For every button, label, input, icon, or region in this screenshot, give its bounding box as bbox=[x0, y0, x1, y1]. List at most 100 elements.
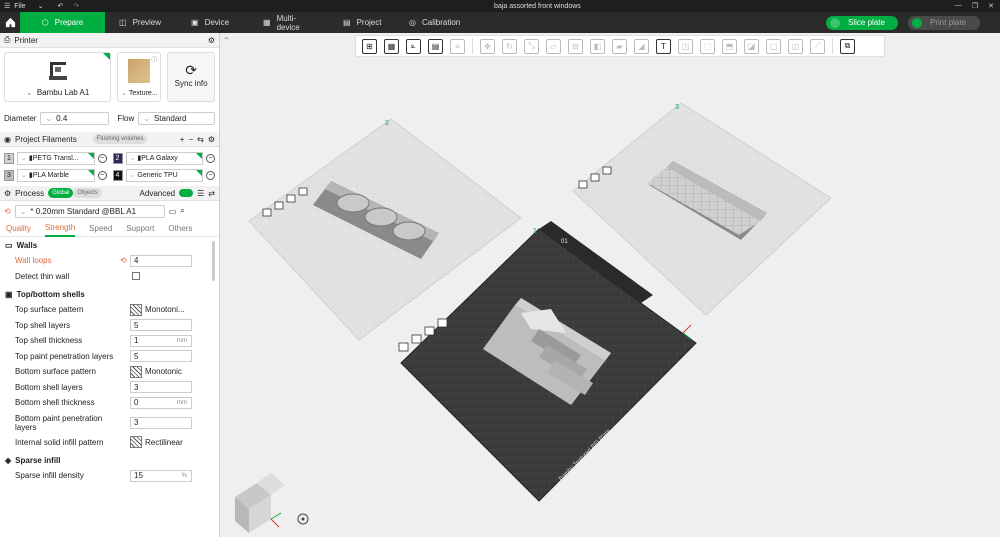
restore-icon[interactable]: ❐ bbox=[972, 2, 978, 10]
infill-icon: ◈ bbox=[5, 455, 12, 465]
tab-others[interactable]: Others bbox=[168, 224, 192, 233]
filament-settings-gear-icon[interactable]: ⚙ bbox=[208, 135, 215, 144]
nozzle-diameter-select[interactable]: ⌄ 0.4 bbox=[40, 111, 110, 125]
unit-percent: % bbox=[181, 472, 187, 479]
save-preset-icon[interactable]: ▭ bbox=[169, 207, 177, 216]
remove-filament-circle-icon[interactable]: − bbox=[97, 170, 107, 180]
top-shell-layers-input[interactable]: 5 bbox=[130, 319, 192, 332]
wall-loops-input[interactable]: 4 bbox=[130, 254, 192, 267]
tab-multi-device[interactable]: ▦ Multi-device bbox=[249, 12, 329, 33]
top-surface-pattern-select[interactable]: Monotoni... bbox=[130, 303, 185, 316]
top-paint-penetration-value: 5 bbox=[134, 351, 139, 361]
bottom-surface-pattern-select[interactable]: Monotonic bbox=[130, 365, 182, 378]
filament-select[interactable]: ⌄ ▮ PLA Galaxy bbox=[125, 151, 203, 165]
tab-prepare[interactable]: ⬡ Prepare bbox=[20, 12, 105, 33]
zoom-to-fit-icon[interactable] bbox=[297, 513, 309, 525]
detect-thin-wall-checkbox[interactable] bbox=[132, 272, 140, 281]
print-plate-label: Print plate bbox=[930, 18, 967, 27]
top-paint-penetration-row: Top paint penetration layers 5 bbox=[0, 349, 219, 365]
filament-chevron-icon: ⌄ bbox=[21, 172, 27, 179]
filament-name: PLA Marble bbox=[32, 171, 69, 179]
scene-svg: 2 3 01 1 Bambu Textured PEI Plate bbox=[235, 102, 832, 533]
reset-wall-loops-icon[interactable]: ⟲ bbox=[120, 256, 130, 265]
filament-corner-mark bbox=[196, 152, 202, 159]
list-view-icon[interactable]: ☰ bbox=[197, 189, 204, 198]
sparse-infill-group: ◈ Sparse infill bbox=[0, 452, 219, 468]
tab-calibration[interactable]: ◎ Calibration bbox=[395, 12, 475, 33]
minimize-icon[interactable]: — bbox=[955, 2, 962, 10]
bottom-shell-thickness-input[interactable]: 0 mm bbox=[130, 396, 192, 409]
tab-strength[interactable]: Strength bbox=[44, 221, 76, 237]
printer-header-label: Printer bbox=[14, 35, 38, 45]
filament-select[interactable]: ⌄ Generic TPU bbox=[125, 168, 203, 182]
plate-name: Texture... bbox=[128, 89, 158, 97]
sync-info-button[interactable]: ⟳ Sync info bbox=[167, 52, 215, 102]
advanced-toggle[interactable] bbox=[179, 189, 194, 197]
close-icon[interactable]: ✕ bbox=[988, 2, 994, 10]
add-filament-icon[interactable]: + bbox=[180, 135, 185, 144]
sparse-infill-density-value: 15 bbox=[134, 471, 143, 481]
tab-speed[interactable]: Speed bbox=[89, 224, 112, 233]
device-icon: ▣ bbox=[191, 18, 199, 27]
filament-select[interactable]: ⌄ ▮ PLA Marble bbox=[17, 168, 95, 182]
undo-icon[interactable]: ↶ bbox=[57, 2, 63, 10]
tab-project[interactable]: ▤ Project bbox=[329, 12, 395, 33]
view-cube[interactable] bbox=[235, 473, 285, 533]
process-preset-select[interactable]: ⌄ * 0.20mm Standard @BBL A1 bbox=[14, 204, 165, 218]
process-tabs: Quality Strength Speed Support Others bbox=[0, 221, 219, 237]
tab-support[interactable]: Support bbox=[126, 224, 154, 233]
internal-solid-infill-value: Rectilinear bbox=[145, 437, 183, 447]
redo-icon[interactable]: ↷ bbox=[73, 2, 79, 10]
top-surface-pattern-value: Monotoni... bbox=[145, 305, 185, 315]
filament-sync-icon[interactable]: ⇆ bbox=[197, 135, 204, 144]
top-paint-penetration-input[interactable]: 5 bbox=[130, 350, 192, 363]
print-plate-button[interactable]: Print plate bbox=[908, 15, 980, 30]
settings-scrollbar[interactable] bbox=[212, 241, 215, 281]
process-preset-name: * 0.20mm Standard @BBL A1 bbox=[30, 206, 137, 216]
filament-select[interactable]: ⌄ ▮ PETG Transl... bbox=[17, 151, 95, 165]
remove-filament-circle-icon[interactable]: − bbox=[206, 170, 215, 180]
plate-select-card[interactable]: ⓘ ⌄ Texture... bbox=[117, 52, 162, 102]
tab-quality[interactable]: Quality bbox=[6, 224, 31, 233]
print-dropdown-icon bbox=[912, 17, 922, 28]
home-icon[interactable] bbox=[0, 12, 20, 33]
remove-filament-circle-icon[interactable]: − bbox=[206, 153, 215, 163]
top-shell-thickness-input[interactable]: 1 mm bbox=[130, 334, 192, 347]
bottom-paint-penetration-input[interactable]: 3 bbox=[130, 416, 192, 429]
printer-select-card[interactable]: ⌄ Bambu Lab A1 bbox=[4, 52, 112, 102]
file-menu[interactable]: ☰ File ⌄ ↶ ↷ bbox=[0, 2, 120, 11]
sparse-infill-density-input[interactable]: 15% bbox=[130, 469, 192, 482]
filament-slot[interactable]: 2 ⌄ ▮ PLA Galaxy − bbox=[112, 151, 215, 165]
bottom-shell-layers-input[interactable]: 3 bbox=[130, 381, 192, 394]
bottom-shell-layers-value: 3 bbox=[134, 382, 139, 392]
flow-select[interactable]: ⌄ Standard bbox=[138, 111, 215, 125]
sparse-infill-density-row: Sparse infill density 15% bbox=[0, 468, 219, 484]
search-icon[interactable]: ⌕ bbox=[180, 206, 184, 216]
filament-slot[interactable]: 1 ⌄ ▮ PETG Transl... − bbox=[4, 151, 107, 165]
printer-section-header: ⎙ Printer ⚙ bbox=[0, 33, 219, 48]
3d-viewport[interactable]: ⇔ ⊞ ▦ ⟀ ▤ ≡ ✥ ↻ ⤡ ▱ ⊟ ◧ ▰ ◢ T ◳ ⬚ ⬒ ◪ ▢ … bbox=[221, 33, 1000, 537]
bottom-paint-penetration-row: Bottom paint penetration layers 3 bbox=[0, 411, 219, 435]
internal-solid-infill-select[interactable]: Rectilinear bbox=[130, 436, 183, 449]
slice-plate-button[interactable]: Slice plate bbox=[826, 15, 898, 30]
filament-slot[interactable]: 3 ⌄ ▮ PLA Marble − bbox=[4, 168, 107, 182]
remove-filament-icon[interactable]: − bbox=[188, 135, 193, 144]
filament-number-badge: 4 bbox=[112, 169, 123, 181]
top-shell-layers-label: Top shell layers bbox=[15, 320, 71, 330]
window-title: baja assorted front windows bbox=[494, 2, 581, 10]
printer-settings-gear-icon[interactable]: ⚙ bbox=[208, 36, 215, 45]
global-toggle[interactable]: Global bbox=[48, 188, 74, 198]
sync-icon: ⟳ bbox=[185, 62, 197, 78]
filament-corner-mark bbox=[196, 169, 202, 176]
selected-corner-mark bbox=[103, 53, 111, 60]
reset-preset-icon[interactable]: ⟲ bbox=[4, 207, 11, 216]
plate-info-icon[interactable]: ⓘ bbox=[151, 55, 157, 64]
remove-filament-circle-icon[interactable]: − bbox=[97, 153, 107, 163]
tab-preview[interactable]: ◫ Preview bbox=[105, 12, 177, 33]
top-bottom-heading: Top/bottom shells bbox=[16, 289, 85, 299]
flushing-volumes-button[interactable]: Flushing volumes bbox=[92, 134, 148, 144]
objects-toggle[interactable]: Objects bbox=[73, 188, 102, 198]
compare-icon[interactable]: ⇄ bbox=[208, 189, 215, 198]
filament-slot[interactable]: 4 ⌄ Generic TPU − bbox=[112, 168, 215, 182]
tab-device[interactable]: ▣ Device bbox=[177, 12, 249, 33]
